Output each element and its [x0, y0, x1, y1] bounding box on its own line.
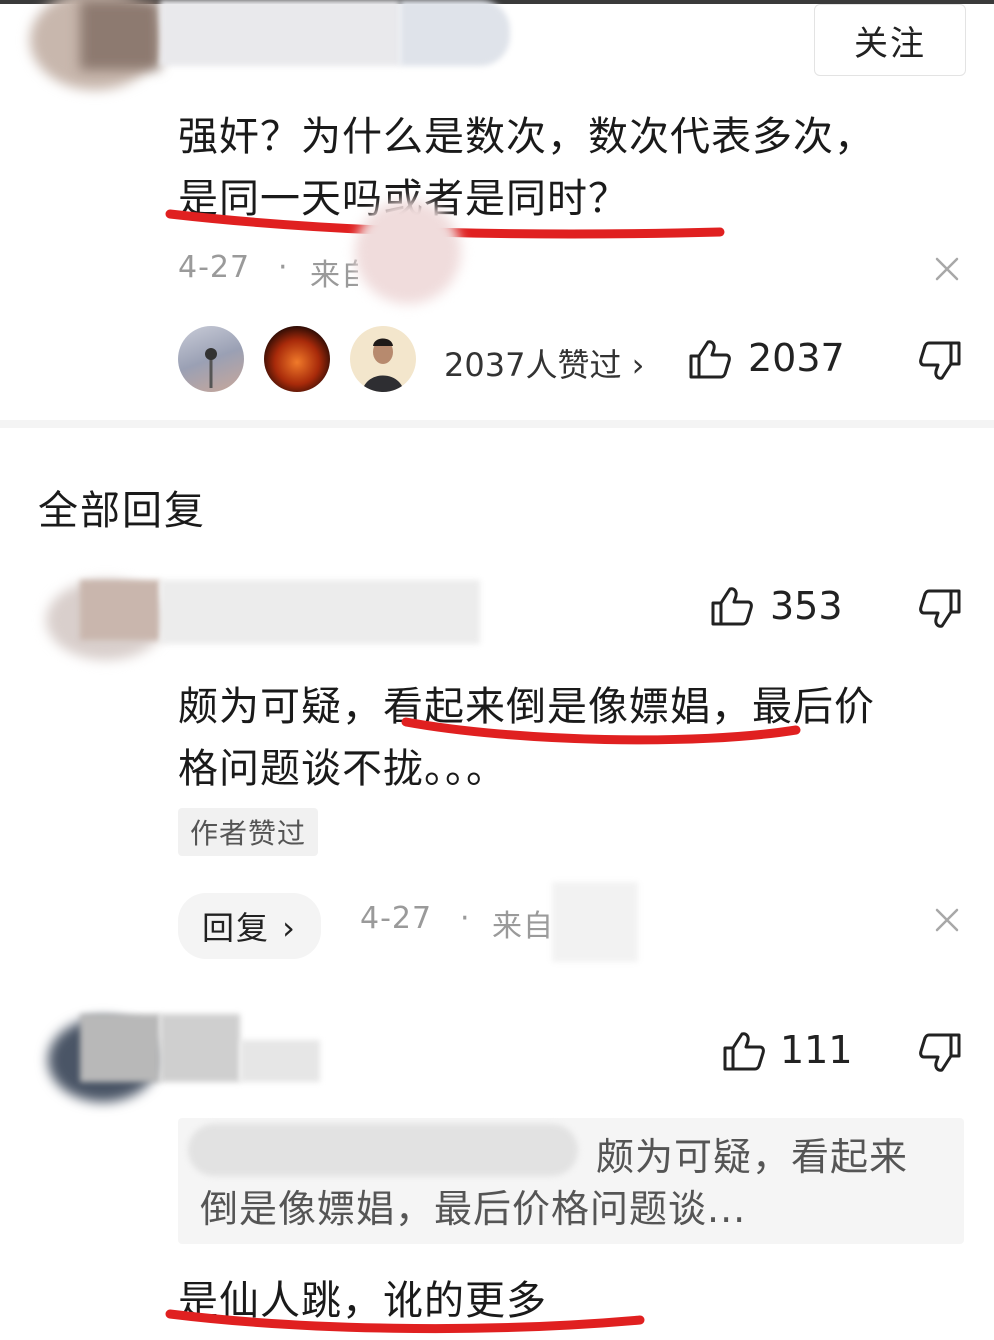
close-icon[interactable]: [932, 254, 962, 284]
liked-by-link[interactable]: 2037人赞过 ›: [444, 340, 644, 386]
main-comment-date: 4-27: [178, 250, 251, 285]
reply2-name-blur-2: [240, 1040, 320, 1082]
thumbs-up-icon[interactable]: [710, 585, 754, 627]
source-blur: [355, 200, 461, 304]
red-underline-annotation-2: [401, 717, 801, 745]
reply-button[interactable]: 回复 ›: [178, 893, 321, 959]
reply1-source: 来自: [492, 909, 550, 944]
thumbs-down-icon[interactable]: [918, 1032, 962, 1074]
section-divider: [0, 420, 994, 428]
reply1-date: 4-27: [360, 901, 433, 936]
reply1-text-part: 颇为可疑，: [178, 684, 383, 730]
main-like-count: 2037: [748, 336, 845, 380]
quoted-user-blur: [188, 1124, 578, 1176]
liker-avatar[interactable]: [178, 326, 244, 392]
follow-button[interactable]: 关注: [814, 4, 966, 76]
quoted-text-line-1: 颇为可疑，看起来: [596, 1135, 909, 1179]
main-comment-line-1: 强奸？为什么是数次，数次代表多次，: [178, 114, 875, 160]
red-underline-annotation-3: [165, 1309, 645, 1334]
avatar-blur-block: [80, 1014, 160, 1082]
reply1-like-count: 353: [770, 584, 843, 628]
reply2-like-count: 111: [780, 1028, 853, 1072]
reply2-name-blur: [160, 1014, 240, 1082]
commenter-name-blur-2: [400, 0, 510, 66]
quoted-text-line-2: 倒是像嫖娼，最后价格问题谈...: [200, 1187, 747, 1231]
liker-avatar[interactable]: [264, 326, 330, 392]
thumbs-down-icon[interactable]: [918, 588, 962, 630]
author-liked-badge: 作者赞过: [178, 808, 319, 856]
commenter-name-blur: [160, 0, 400, 66]
thumbs-up-icon[interactable]: [722, 1030, 766, 1072]
meta-separator: ·: [278, 250, 289, 285]
source-blur: [552, 882, 638, 962]
liker-avatar[interactable]: [350, 326, 416, 392]
close-icon[interactable]: [932, 905, 962, 935]
avatar-blur-block: [80, 580, 160, 640]
thumbs-up-icon[interactable]: [688, 338, 732, 380]
replies-section-title: 全部回复: [38, 488, 206, 534]
avatar-blur-block: [80, 0, 160, 70]
meta-separator: ·: [460, 901, 471, 936]
main-comment-source: 来自: [310, 258, 358, 293]
reply1-name-blur: [160, 580, 480, 644]
thumbs-down-icon[interactable]: [918, 340, 962, 382]
